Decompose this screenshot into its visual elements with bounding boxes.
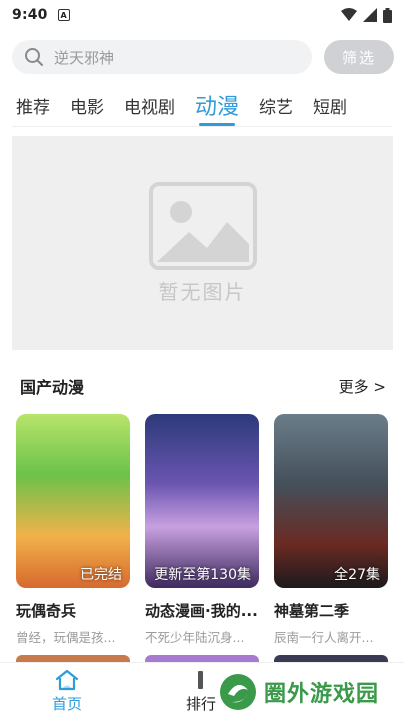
poster-image: 已完结 <box>16 414 130 588</box>
banner-placeholder-text: 暂无图片 <box>158 279 247 304</box>
status-bar: 9:40 A <box>0 0 404 30</box>
status-time: 9:40 <box>12 7 48 23</box>
battery-icon <box>383 7 392 23</box>
tab-short-drama[interactable]: 短剧 <box>313 93 347 126</box>
watermark-text: 圈外游戏园 <box>264 682 380 707</box>
nav-home[interactable]: 首页 <box>0 669 134 714</box>
tabs-divider <box>12 126 392 127</box>
image-placeholder-icon <box>148 181 257 270</box>
card-title: 神墓第二季 <box>274 602 350 620</box>
wifi-icon <box>341 8 357 21</box>
category-tabs: 推荐 电影 电视剧 动漫 综艺 短剧 <box>0 86 404 126</box>
anime-card[interactable]: 全27集 神墓第二季 辰南一行人离开... <box>274 414 388 646</box>
search-placeholder: 逆天邪神 <box>54 48 115 67</box>
watermark-logo-icon <box>220 674 256 710</box>
watermark: 圈外游戏园 <box>218 670 394 714</box>
anime-card[interactable]: 已完结 玩偶奇兵 曾经，玩偶是孩... <box>16 414 130 646</box>
search-input[interactable]: 逆天邪神 <box>12 40 312 74</box>
episode-tag: 已完结 <box>80 567 122 583</box>
card-desc: 不死少年陆沉身... <box>145 630 245 645</box>
filter-button[interactable]: 筛选 <box>324 40 394 74</box>
card-desc: 辰南一行人离开... <box>274 630 374 645</box>
poster-image: 更新至第130集 <box>145 414 259 588</box>
tab-tv[interactable]: 电视剧 <box>124 93 175 126</box>
card-title: 玩偶奇兵 <box>16 602 77 620</box>
episode-tag: 全27集 <box>334 567 380 583</box>
tab-movie[interactable]: 电影 <box>70 93 104 126</box>
banner[interactable]: 暂无图片 <box>12 136 393 350</box>
anime-card[interactable]: 更新至第130集 动态漫画·我的... 不死少年陆沉身... <box>145 414 259 646</box>
episode-tag: 更新至第130集 <box>154 567 251 583</box>
signal-icon <box>363 8 377 22</box>
home-icon <box>55 669 79 691</box>
card-title: 动态漫画·我的... <box>145 602 258 620</box>
status-icons <box>341 7 392 23</box>
ranking-icon <box>198 671 203 689</box>
poster-image: 全27集 <box>274 414 388 588</box>
tab-anime[interactable]: 动漫 <box>195 89 239 126</box>
nav-ranking-label: 排行 <box>185 695 216 713</box>
section-title: 国产动漫 <box>20 378 85 397</box>
tab-variety[interactable]: 综艺 <box>259 93 293 126</box>
card-desc: 曾经，玩偶是孩... <box>16 630 116 645</box>
tab-recommend[interactable]: 推荐 <box>16 93 50 126</box>
notification-icon: A <box>57 9 70 21</box>
section-header: 国产动漫 更多 > <box>20 374 386 398</box>
search-icon <box>25 48 43 66</box>
nav-home-label: 首页 <box>51 695 82 713</box>
search-row: 逆天邪神 筛选 <box>12 40 394 74</box>
anime-card-list: 已完结 玩偶奇兵 曾经，玩偶是孩... 更新至第130集 动态漫画·我的... … <box>16 414 388 646</box>
more-link[interactable]: 更多 > <box>339 376 386 397</box>
